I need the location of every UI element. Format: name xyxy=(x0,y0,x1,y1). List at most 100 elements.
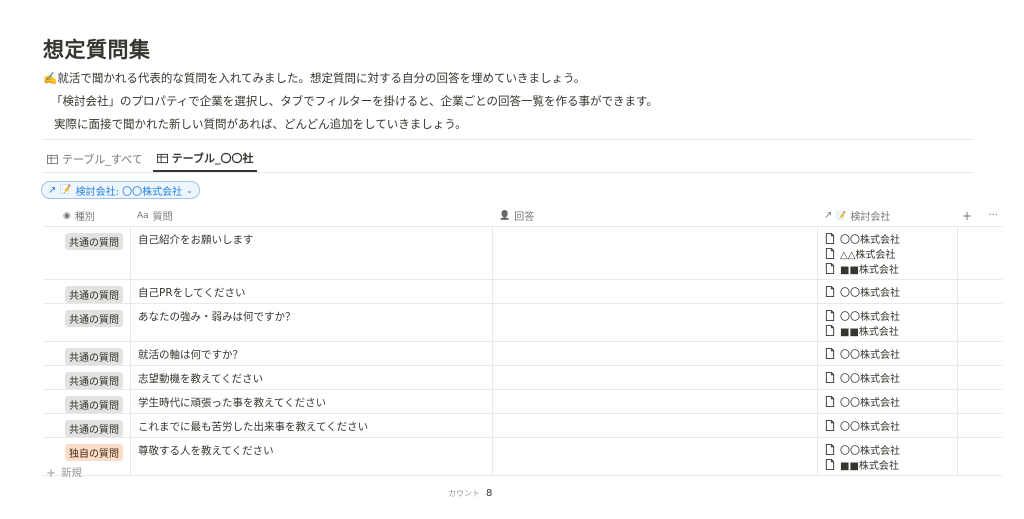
cell-answer[interactable] xyxy=(493,304,818,341)
memo-emoji-icon: 📝 xyxy=(836,211,847,220)
description-line-2: 「検討会社」のプロパティで企業を選択し、タブでフィルターを掛けると、企業ごとの回… xyxy=(51,94,658,108)
company-link[interactable]: ■■株式会社 xyxy=(825,324,957,338)
tab-table-all[interactable]: テーブル_すべて xyxy=(43,146,147,172)
count-value: 8 xyxy=(486,488,493,499)
memo-emoji-icon: 📝 xyxy=(60,185,72,195)
company-link[interactable]: 〇〇株式会社 xyxy=(825,395,957,409)
page-icon xyxy=(825,286,835,297)
cell-question[interactable]: 志望動機を教えてください xyxy=(131,366,493,389)
cell-answer[interactable] xyxy=(493,366,818,389)
cell-empty xyxy=(958,366,1002,389)
type-tag: 共通の質問 xyxy=(65,286,123,303)
cell-company[interactable]: 〇〇株式会社 △△株式会社 ■■株式会社 xyxy=(818,227,958,279)
cell-company[interactable]: 〇〇株式会社 xyxy=(818,280,958,303)
column-header-question[interactable]: Aa 質問 xyxy=(131,205,493,226)
table-row[interactable]: 独自の質問 尊敬する人を教えてください 〇〇株式会社 ■■株式会社 xyxy=(43,438,1002,476)
table-row[interactable]: 共通の質問 これまでに最も苦労した出来事を教えてください 〇〇株式会社 xyxy=(43,414,1002,438)
cell-type[interactable]: 共通の質問 xyxy=(43,414,131,437)
cell-type[interactable]: 共通の質問 xyxy=(43,366,131,389)
page-icon xyxy=(825,372,835,383)
text-property-icon: Aa xyxy=(137,210,149,221)
table-icon xyxy=(47,154,58,164)
company-link[interactable]: 〇〇株式会社 xyxy=(825,285,957,299)
plus-icon: + xyxy=(46,465,57,480)
cell-question[interactable]: これまでに最も苦労した出来事を教えてください xyxy=(131,414,493,437)
cell-question[interactable]: 尊敬する人を教えてください xyxy=(131,438,493,475)
cell-empty xyxy=(958,438,1002,475)
page-icon xyxy=(825,420,835,431)
page-icon xyxy=(825,444,835,455)
page-icon xyxy=(825,310,835,321)
table-row[interactable]: 共通の質問 就活の軸は何ですか？ 〇〇株式会社 xyxy=(43,342,1002,366)
add-property-button[interactable]: + xyxy=(962,209,972,223)
cell-type[interactable]: 共通の質問 xyxy=(43,280,131,303)
company-link[interactable]: ■■株式会社 xyxy=(825,458,957,472)
chevron-down-icon: ⌄ xyxy=(186,185,193,195)
cell-empty xyxy=(958,227,1002,279)
cell-company[interactable]: 〇〇株式会社 xyxy=(818,390,958,413)
table-header: ◉ 種別 Aa 質問 👤 回答 ↗ 📝 検討会社 + ··· xyxy=(43,205,1002,227)
type-tag: 共通の質問 xyxy=(65,233,123,250)
page-icon xyxy=(825,459,835,470)
cell-type[interactable]: 共通の質問 xyxy=(43,390,131,413)
cell-empty xyxy=(958,342,1002,365)
cell-question[interactable]: あなたの強み・弱みは何ですか？ xyxy=(131,304,493,341)
company-link[interactable]: 〇〇株式会社 xyxy=(825,443,957,457)
person-icon: 👤 xyxy=(499,210,511,221)
cell-question[interactable]: 自己PRをしてください xyxy=(131,280,493,303)
page-icon xyxy=(825,248,835,259)
table-row[interactable]: 共通の質問 志望動機を教えてください 〇〇株式会社 xyxy=(43,366,1002,390)
column-header-answer[interactable]: 👤 回答 xyxy=(493,205,818,226)
cell-answer[interactable] xyxy=(493,280,818,303)
page-icon xyxy=(825,263,835,274)
page-icon xyxy=(825,396,835,407)
type-tag: 共通の質問 xyxy=(65,310,123,327)
company-link[interactable]: 〇〇株式会社 xyxy=(825,347,957,361)
type-tag: 共通の質問 xyxy=(65,348,123,365)
company-link[interactable]: △△株式会社 xyxy=(825,247,957,261)
cell-type[interactable]: 共通の質問 xyxy=(43,304,131,341)
cell-answer[interactable] xyxy=(493,414,818,437)
tab-label: テーブル_〇〇社 xyxy=(171,152,254,165)
relation-arrow-icon: ↗ xyxy=(824,210,833,221)
select-icon: ◉ xyxy=(63,210,71,221)
cell-type[interactable]: 共通の質問 xyxy=(43,227,131,279)
cell-company[interactable]: 〇〇株式会社 ■■株式会社 xyxy=(818,438,958,475)
filter-chip[interactable]: ↗ 📝 検討会社: 〇〇株式会社 ⌄ xyxy=(41,181,200,199)
cell-company[interactable]: 〇〇株式会社 xyxy=(818,414,958,437)
table-row[interactable]: 共通の質問 学生時代に頑張った事を教えてください 〇〇株式会社 xyxy=(43,390,1002,414)
cell-question[interactable]: 学生時代に頑張った事を教えてください xyxy=(131,390,493,413)
count-summary[interactable]: カウント 8 xyxy=(448,488,492,499)
cell-company[interactable]: 〇〇株式会社 xyxy=(818,342,958,365)
cell-answer[interactable] xyxy=(493,342,818,365)
page-icon xyxy=(825,348,835,359)
more-options-button[interactable]: ··· xyxy=(988,210,998,221)
cell-question[interactable]: 就活の軸は何ですか？ xyxy=(131,342,493,365)
cell-empty xyxy=(958,414,1002,437)
cell-answer[interactable] xyxy=(493,438,818,475)
type-tag: 共通の質問 xyxy=(65,420,123,437)
company-link[interactable]: ■■株式会社 xyxy=(825,262,957,276)
company-link[interactable]: 〇〇株式会社 xyxy=(825,371,957,385)
company-link[interactable]: 〇〇株式会社 xyxy=(825,232,957,246)
cell-type[interactable]: 共通の質問 xyxy=(43,342,131,365)
cell-answer[interactable] xyxy=(493,227,818,279)
cell-empty xyxy=(958,280,1002,303)
company-link[interactable]: 〇〇株式会社 xyxy=(825,309,957,323)
page-icon xyxy=(825,233,835,244)
column-header-type[interactable]: ◉ 種別 xyxy=(43,208,131,224)
description-line-1: ✍️就活で聞かれる代表的な質問を入れてみました。想定質問に対する自分の回答を埋め… xyxy=(43,71,586,85)
description-line-3: 実際に面接で聞かれた新しい質問があれば、どんどん追加をしていきましょう。 xyxy=(54,117,467,131)
table-row[interactable]: 共通の質問 あなたの強み・弱みは何ですか？ 〇〇株式会社 ■■株式会社 xyxy=(43,304,1002,342)
cell-company[interactable]: 〇〇株式会社 ■■株式会社 xyxy=(818,304,958,341)
table-row[interactable]: 共通の質問 自己PRをしてください 〇〇株式会社 xyxy=(43,280,1002,304)
cell-answer[interactable] xyxy=(493,390,818,413)
new-row-button[interactable]: + 新規 xyxy=(46,465,82,480)
column-header-company[interactable]: ↗ 📝 検討会社 xyxy=(818,205,958,226)
table-row[interactable]: 共通の質問 自己紹介をお願いします 〇〇株式会社 △△株式会社 ■■株式会社 xyxy=(43,227,1002,280)
company-link[interactable]: 〇〇株式会社 xyxy=(825,419,957,433)
tab-table-company[interactable]: テーブル_〇〇社 xyxy=(152,146,258,172)
cell-company[interactable]: 〇〇株式会社 xyxy=(818,366,958,389)
cell-empty xyxy=(958,304,1002,341)
cell-question[interactable]: 自己紹介をお願いします xyxy=(131,227,493,279)
